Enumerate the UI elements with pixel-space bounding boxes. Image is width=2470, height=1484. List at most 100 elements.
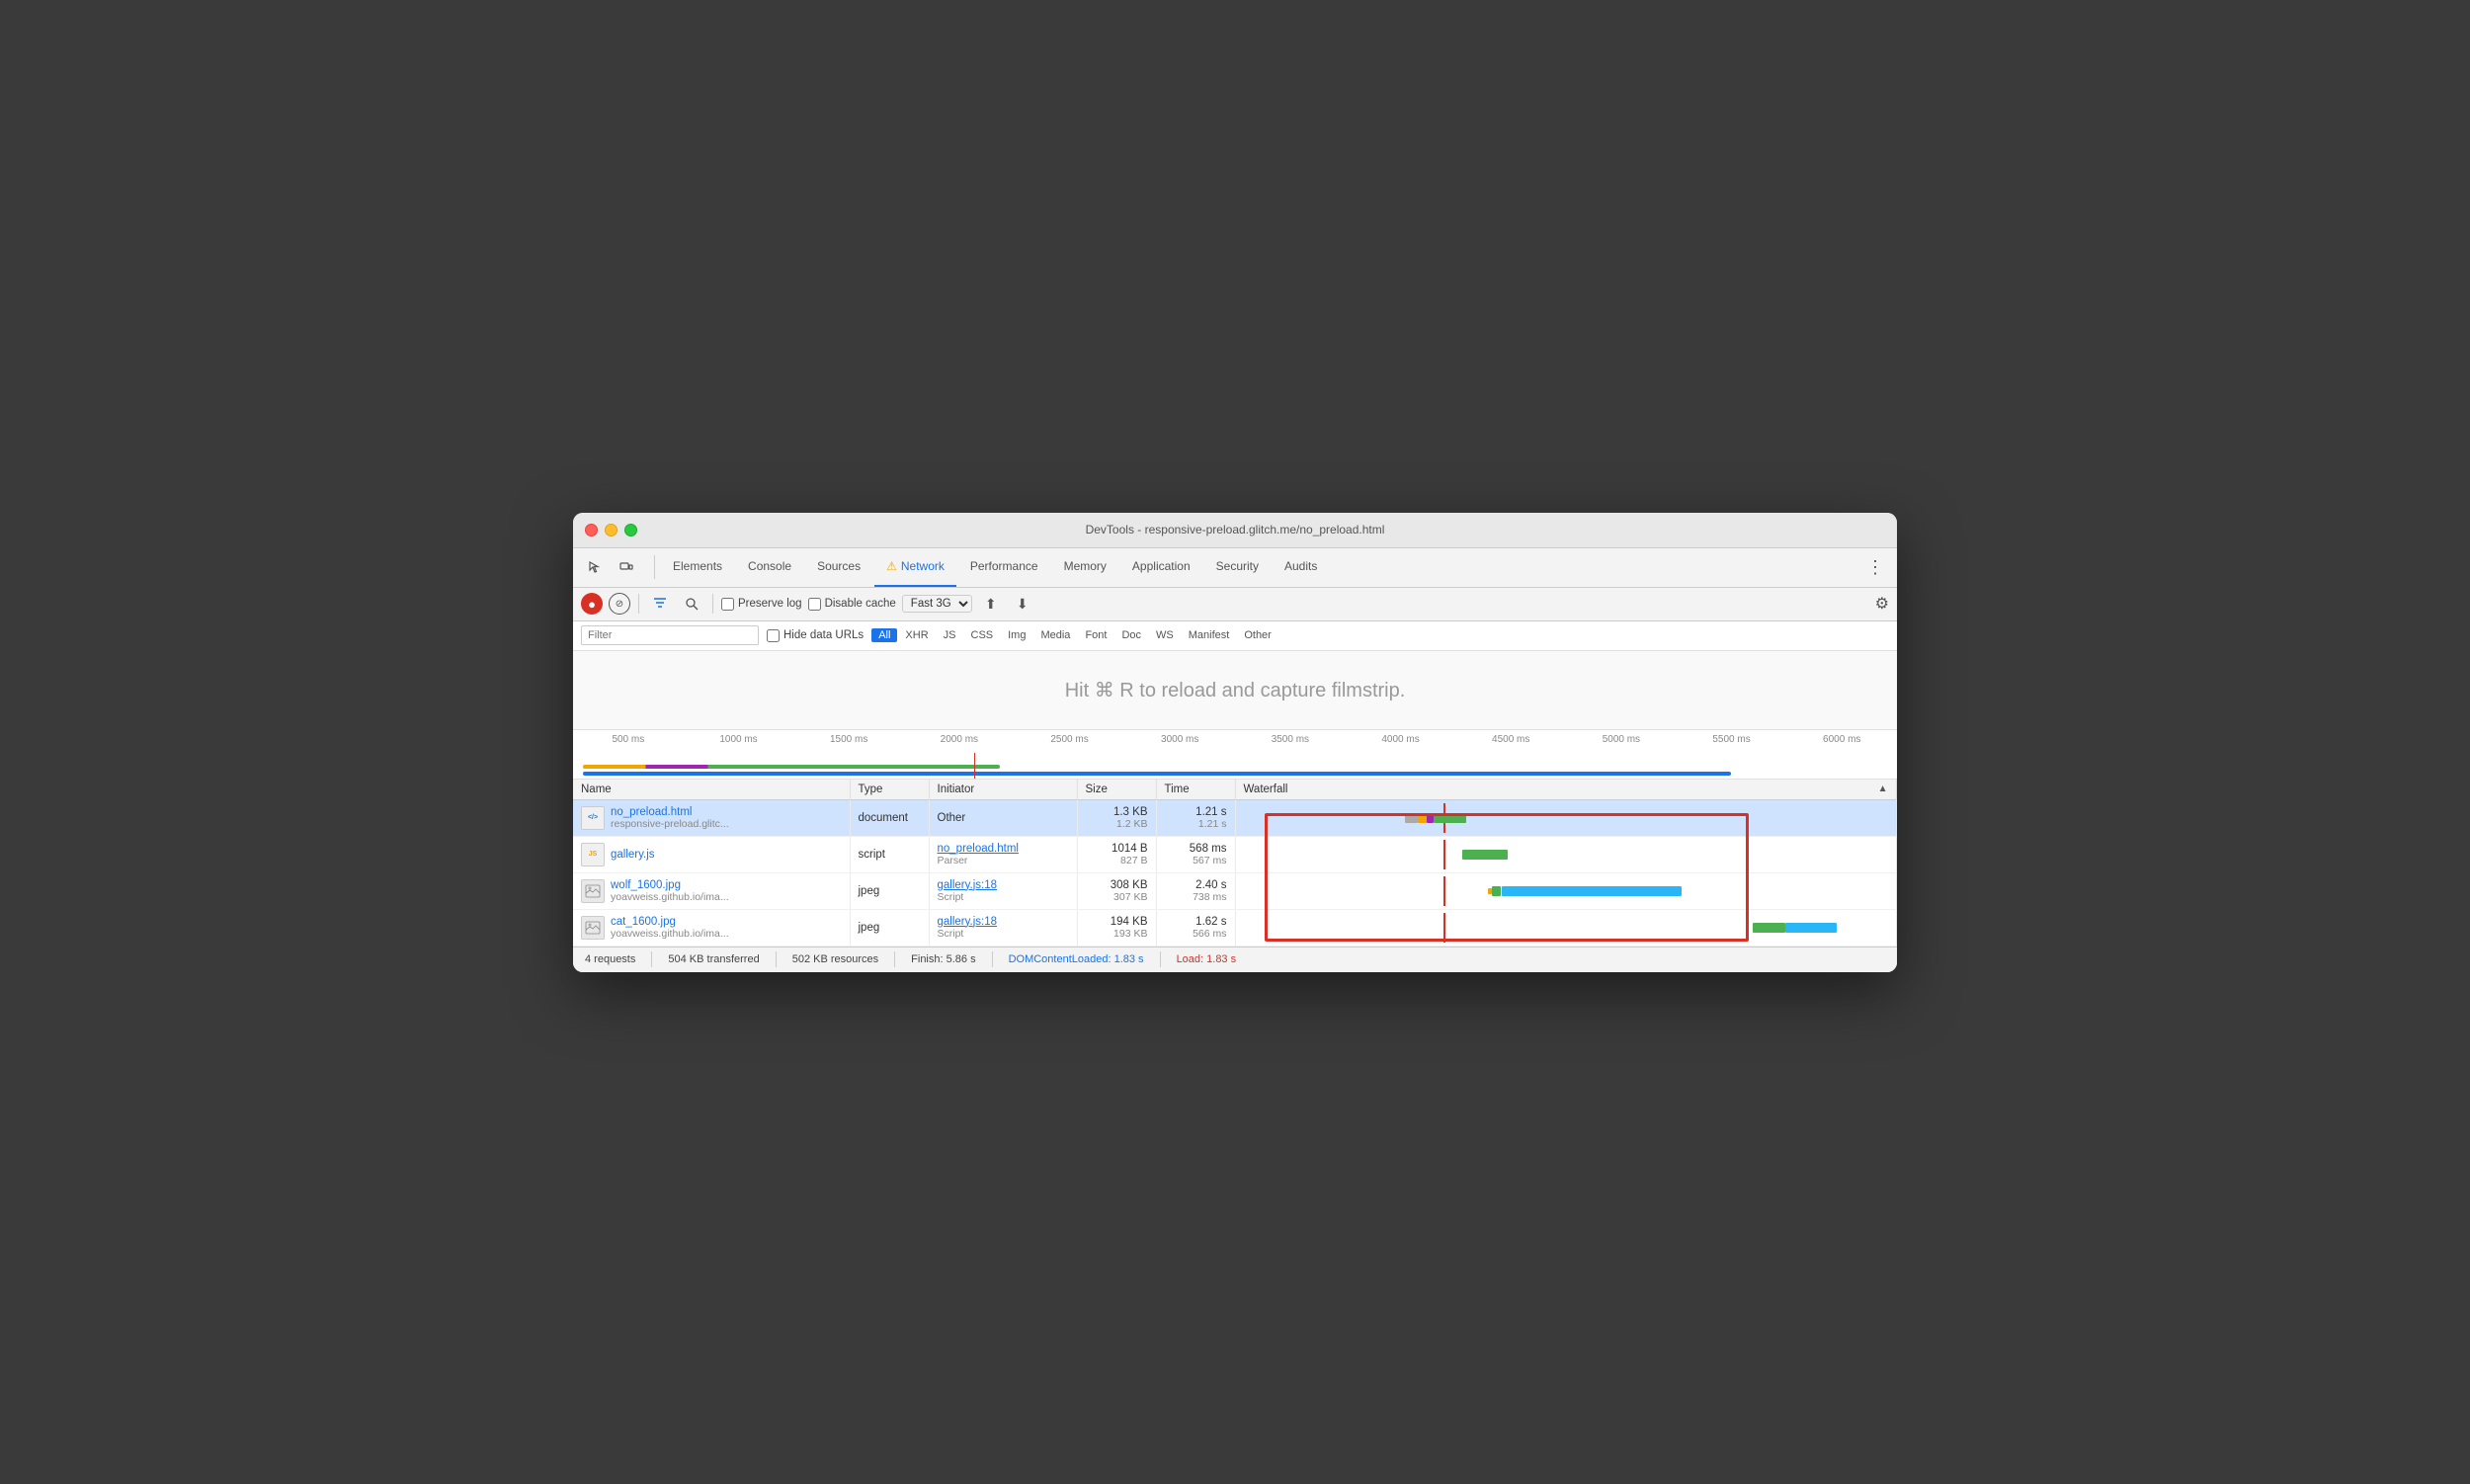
filter-icon[interactable] [647,591,673,617]
sort-arrow[interactable]: ▲ [1878,783,1888,794]
toolbar-divider-1 [638,594,639,614]
col-time: Time [1156,780,1235,800]
select-element-icon[interactable] [581,553,609,581]
ruler-label-4: 2500 ms [1015,734,1125,745]
table-row[interactable]: wolf_1600.jpg yoavweiss.github.io/ima...… [573,872,1897,909]
devtools-window: DevTools - responsive-preload.glitch.me/… [573,513,1897,972]
stop-button[interactable]: ⊘ [609,593,630,615]
tab-application[interactable]: Application [1120,547,1202,587]
cell-name-1: JS gallery.js [573,836,850,872]
device-toggle-icon[interactable] [613,553,640,581]
filter-type-js[interactable]: JS [937,628,963,642]
throttle-dropdown[interactable]: Fast 3G [902,595,972,613]
close-button[interactable] [585,524,598,536]
cell-initiator-3: gallery.js:18 Script [929,909,1077,946]
tab-sources[interactable]: Sources [805,547,872,587]
title-bar: DevTools - responsive-preload.glitch.me/… [573,513,1897,548]
filter-type-media[interactable]: Media [1033,628,1077,642]
table-row[interactable]: </> no_preload.html responsive-preload.g… [573,799,1897,836]
ruler-label-1: 1000 ms [684,734,794,745]
table-row[interactable]: JS gallery.js script no_preload.html Par… [573,836,1897,872]
timeline-ruler: 500 ms 1000 ms 1500 ms 2000 ms 2500 ms 3… [573,730,1897,780]
disable-cache-checkbox[interactable] [808,598,821,611]
record-button[interactable]: ● [581,593,603,615]
filter-bar: Hide data URLs All XHR JS CSS Img Media … [573,621,1897,651]
file-icon-3 [581,916,605,940]
hide-data-urls-checkbox[interactable] [767,629,780,642]
col-waterfall: Waterfall ▲ [1236,780,1897,799]
preserve-log-checkbox[interactable] [721,598,734,611]
ruler-label-10: 5500 ms [1677,734,1787,745]
filter-type-img[interactable]: Img [1001,628,1032,642]
cell-size-0: 1.3 KB 1.2 KB [1077,799,1156,836]
filter-type-all[interactable]: All [871,628,897,642]
ruler-label-3: 2000 ms [904,734,1015,745]
cell-name-3: cat_1600.jpg yoavweiss.github.io/ima... [573,909,850,946]
status-transferred: 504 KB transferred [668,953,759,965]
devtools-nav: Elements Console Sources ⚠ Network Perfo… [573,548,1897,588]
status-divider-2 [776,951,777,967]
filter-type-manifest[interactable]: Manifest [1182,628,1237,642]
more-tabs-icon[interactable]: ⋮ [1861,553,1889,581]
filter-type-doc[interactable]: Doc [1114,628,1148,642]
ruler-label-0: 500 ms [573,734,684,745]
table-row[interactable]: cat_1600.jpg yoavweiss.github.io/ima... … [573,909,1897,946]
nav-divider [654,555,655,579]
cell-waterfall-3 [1235,909,1897,946]
devtools-body: Elements Console Sources ⚠ Network Perfo… [573,548,1897,972]
status-finish: Finish: 5.86 s [911,953,975,965]
maximize-button[interactable] [624,524,637,536]
filter-input[interactable] [581,625,759,645]
file-name-0: no_preload.html [611,806,729,818]
filmstrip-area: Hit ⌘ R to reload and capture filmstrip. [573,651,1897,730]
filter-type-font[interactable]: Font [1078,628,1113,642]
file-domain-0: responsive-preload.glitc... [611,818,729,830]
tab-audits[interactable]: Audits [1273,547,1329,587]
status-divider-4 [992,951,993,967]
cell-initiator-2: gallery.js:18 Script [929,872,1077,909]
traffic-lights [585,524,637,536]
cell-size-3: 194 KB 193 KB [1077,909,1156,946]
preserve-log-label[interactable]: Preserve log [721,598,802,611]
ruler-label-6: 3500 ms [1235,734,1346,745]
cell-waterfall-2 [1235,872,1897,909]
filter-type-other[interactable]: Other [1237,628,1278,642]
upload-icon[interactable]: ⬆ [978,591,1004,617]
toolbar-divider-2 [712,594,713,614]
status-divider-1 [651,951,652,967]
cell-time-1: 568 ms 567 ms [1156,836,1235,872]
ruler-label-9: 5000 ms [1566,734,1677,745]
timeline-bar-row2 [583,772,1731,776]
timeline-redline [974,753,975,779]
cell-type-3: jpeg [850,909,929,946]
search-icon[interactable] [679,591,704,617]
cell-name-0: </> no_preload.html responsive-preload.g… [573,799,850,836]
status-resources: 502 KB resources [792,953,878,965]
settings-icon[interactable]: ⚙ [1875,594,1889,614]
disable-cache-label[interactable]: Disable cache [808,598,896,611]
tab-console[interactable]: Console [736,547,803,587]
status-divider-3 [894,951,895,967]
filmstrip-hint: Hit ⌘ R to reload and capture filmstrip. [1065,678,1406,702]
status-divider-5 [1160,951,1161,967]
minimize-button[interactable] [605,524,618,536]
ruler-label-2: 1500 ms [793,734,904,745]
toolbar: ● ⊘ Preserve log Disable cache Fast 3G ⬆ [573,588,1897,621]
filter-type-buttons: All XHR JS CSS Img Media Font Doc WS Man… [871,628,1278,642]
hide-data-urls-label[interactable]: Hide data URLs [767,629,864,642]
filter-type-ws[interactable]: WS [1149,628,1181,642]
tab-performance[interactable]: Performance [958,547,1050,587]
filter-type-xhr[interactable]: XHR [898,628,935,642]
cell-size-2: 308 KB 307 KB [1077,872,1156,909]
ruler-labels: 500 ms 1000 ms 1500 ms 2000 ms 2500 ms 3… [573,734,1897,745]
file-name-3: cat_1600.jpg [611,916,729,928]
cell-time-0: 1.21 s 1.21 s [1156,799,1235,836]
tab-memory[interactable]: Memory [1052,547,1118,587]
download-icon[interactable]: ⬇ [1010,591,1035,617]
tab-elements[interactable]: Elements [661,547,734,587]
filter-type-css[interactable]: CSS [964,628,1001,642]
tab-network[interactable]: ⚠ Network [874,547,956,587]
cell-size-1: 1014 B 827 B [1077,836,1156,872]
tab-security[interactable]: Security [1204,547,1271,587]
status-dom-content-loaded: DOMContentLoaded: 1.83 s [1009,953,1144,965]
